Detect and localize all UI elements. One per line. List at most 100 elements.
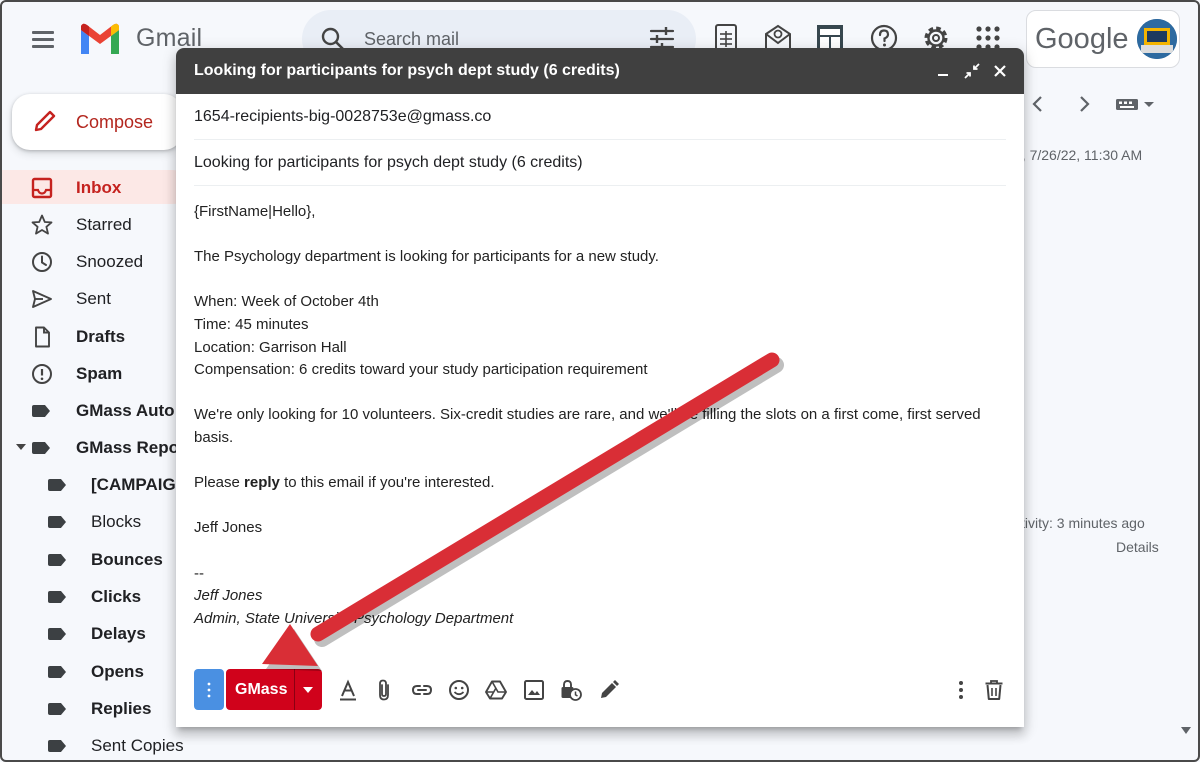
account-activity-text: ctivity: 3 minutes ago — [1014, 515, 1145, 531]
google-brand: Google — [1035, 23, 1129, 55]
chevron-right-icon[interactable] — [1072, 92, 1096, 116]
label-icon — [46, 660, 70, 684]
sidebar-item-gmass-auto[interactable]: GMass Auto F — [0, 393, 190, 427]
sidebar-item-label: Replies — [91, 699, 152, 718]
sidebar-item-clicks[interactable]: Clicks — [0, 579, 190, 613]
label-icon — [46, 697, 70, 721]
sidebar-item-label: Drafts — [76, 327, 126, 346]
body-greeting: {FirstName|Hello}, — [194, 203, 316, 220]
sidebar-item-label: [CAMPAIGN — [91, 475, 188, 494]
sidebar-item-gmass-reports[interactable]: GMass Repor — [0, 430, 190, 464]
label-icon — [30, 399, 54, 423]
sidebar-item-sent[interactable]: Sent — [0, 281, 190, 315]
more-options-icon[interactable] — [949, 678, 973, 702]
sidebar-item-blocks[interactable]: Blocks — [0, 504, 190, 538]
minimize-icon[interactable] — [934, 62, 952, 80]
sidebar-item-snoozed[interactable]: Snoozed — [0, 244, 190, 278]
sidebar-item-label: GMass Auto F — [76, 401, 190, 420]
text-formatting-icon[interactable] — [336, 678, 360, 702]
sidebar-item-spam[interactable]: Spam — [0, 356, 190, 390]
gmass-divider — [294, 669, 295, 710]
sidebar-item-inbox[interactable]: Inbox — [0, 170, 190, 204]
insert-link-icon[interactable] — [410, 678, 434, 702]
sidebar-item-sent-copies[interactable]: Sent Copies — [0, 728, 190, 762]
subject-text: Looking for participants for psych dept … — [194, 154, 583, 171]
body-reply-line: Please reply to this email if you're int… — [194, 474, 495, 491]
body-volunteers-line2: basis. — [194, 429, 234, 446]
account-switcher[interactable]: Google — [1026, 10, 1180, 68]
vertical-dots-icon — [207, 682, 211, 698]
spam-icon — [32, 364, 52, 384]
signature-pen-icon[interactable] — [597, 678, 621, 702]
main-menu-button[interactable] — [26, 22, 60, 56]
label-icon — [46, 473, 70, 497]
compose-header[interactable]: Looking for participants for psych dept … — [176, 48, 1024, 94]
label-icon — [46, 548, 70, 572]
reply-bold: reply — [244, 474, 280, 491]
body-when: When: Week of October 4th — [194, 293, 379, 310]
discard-draft-trash-icon[interactable] — [982, 678, 1006, 702]
details-link[interactable]: Details — [1116, 539, 1159, 555]
signature-title: Admin, State University Psychology Depar… — [194, 610, 514, 627]
more-send-options-button[interactable] — [194, 669, 224, 710]
chevron-left-icon[interactable] — [1026, 92, 1050, 116]
sidebar-item-label: Clicks — [91, 587, 142, 606]
google-drive-icon[interactable] — [484, 678, 508, 702]
attach-file-icon[interactable] — [372, 678, 396, 702]
sidebar-item-label: Blocks — [91, 512, 142, 531]
body-location: Location: Garrison Hall — [194, 339, 347, 356]
pencil-icon — [34, 110, 56, 132]
sidebar-item-label: Opens — [91, 662, 144, 681]
compose-button[interactable]: Compose — [12, 94, 182, 150]
sidebar-item-label: Sent — [76, 289, 111, 308]
sidebar-item-replies[interactable]: Replies — [0, 691, 190, 725]
send-icon — [32, 290, 52, 308]
gmass-settings-caret-icon[interactable] — [303, 687, 313, 693]
input-tools-keyboard-icon[interactable] — [1114, 92, 1158, 116]
label-icon — [46, 622, 70, 646]
gmail-logo-icon[interactable] — [78, 22, 122, 56]
signature-name: Jeff Jones — [194, 587, 263, 604]
compose-window: Looking for participants for psych dept … — [176, 48, 1024, 727]
compose-label: Compose — [76, 112, 154, 132]
sidebar-item-label: Inbox — [76, 178, 122, 197]
sidebar-item-campaign[interactable]: [CAMPAIGN — [0, 467, 190, 501]
sidebar-item-label: Snoozed — [76, 252, 144, 271]
reply-prefix: Please — [194, 474, 245, 491]
sidebar-item-label: GMass Repor — [76, 438, 186, 457]
recipient-address: 1654-recipients-big-0028753e@gmass.co — [194, 108, 492, 125]
sidebar-item-opens[interactable]: Opens — [0, 654, 190, 688]
gmass-label: GMass — [235, 681, 288, 698]
signature-separator: -- — [194, 565, 204, 582]
inbox-icon — [31, 177, 53, 199]
label-icon — [46, 734, 70, 758]
sidebar-item-label: Delays — [91, 624, 146, 643]
label-icon — [30, 436, 54, 460]
scroll-down-icon[interactable] — [1180, 725, 1192, 735]
body-time: Time: 45 minutes — [194, 316, 309, 333]
sidebar-item-drafts[interactable]: Drafts — [0, 319, 190, 353]
star-icon — [31, 214, 53, 235]
gmass-send-button[interactable]: GMass — [226, 669, 322, 710]
label-icon — [46, 510, 70, 534]
body-compensation: Compensation: 6 credits toward your stud… — [194, 361, 648, 378]
sidebar-item-starred[interactable]: Starred — [0, 207, 190, 241]
close-icon[interactable] — [991, 62, 1009, 80]
recipients-field[interactable]: 1654-recipients-big-0028753e@gmass.co — [194, 94, 1006, 140]
sidebar-item-delays[interactable]: Delays — [0, 616, 190, 650]
avatar[interactable] — [1137, 19, 1177, 59]
reply-suffix: to this email if you're interested. — [279, 474, 495, 491]
sidebar-item-bounces[interactable]: Bounces — [0, 542, 190, 576]
clock-icon — [32, 252, 52, 272]
confidential-mode-icon[interactable] — [559, 678, 583, 702]
exit-fullscreen-icon[interactable] — [963, 62, 981, 80]
collapse-caret-icon[interactable] — [16, 444, 26, 450]
sidebar-item-label: Spam — [76, 364, 123, 383]
body-intro: The Psychology department is looking for… — [194, 248, 659, 265]
subject-field[interactable]: Looking for participants for psych dept … — [194, 140, 1006, 186]
emoji-icon[interactable] — [447, 678, 471, 702]
sidebar-item-label: Bounces — [91, 550, 163, 569]
compose-title: Looking for participants for psych dept … — [194, 62, 620, 79]
label-icon — [46, 585, 70, 609]
insert-photo-icon[interactable] — [522, 678, 546, 702]
